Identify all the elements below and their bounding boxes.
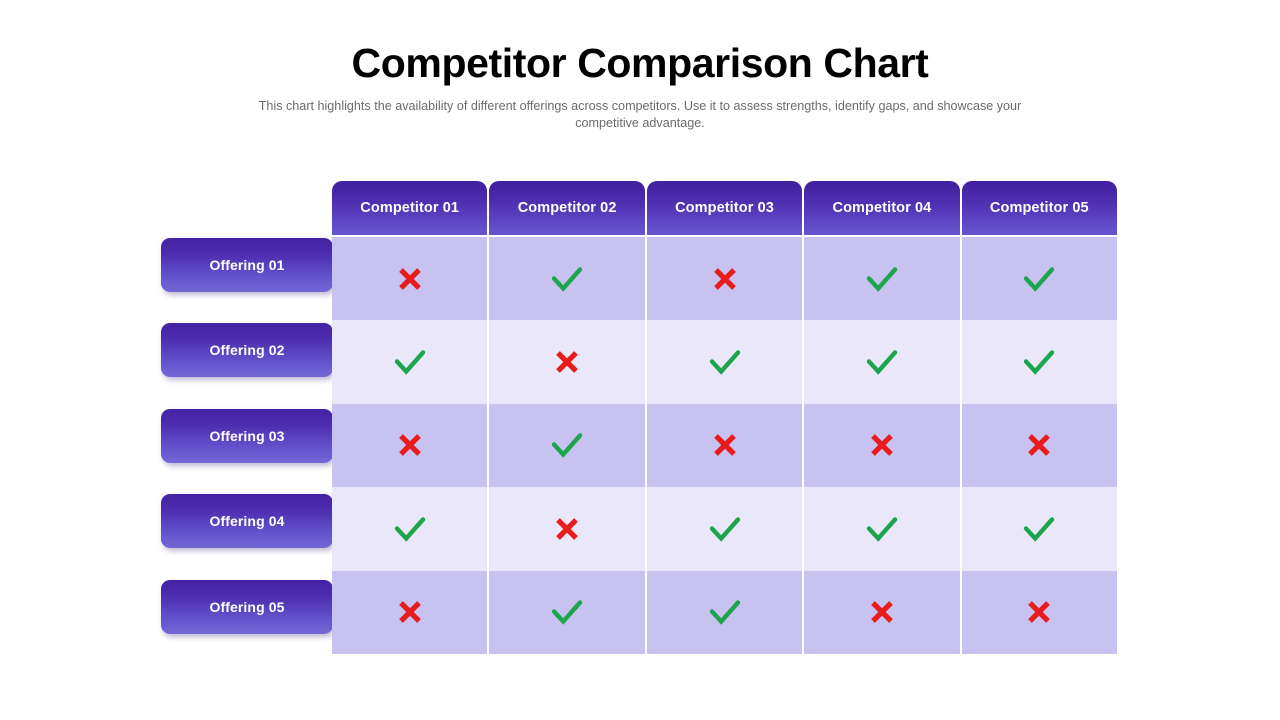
cell-r5-c4[interactable] xyxy=(804,570,960,654)
table-row xyxy=(332,320,1118,404)
cell-r4-c3[interactable] xyxy=(646,487,803,571)
check-icon xyxy=(866,517,898,542)
cell-r1-c1[interactable] xyxy=(332,237,488,321)
cell-r1-c2[interactable] xyxy=(489,237,645,321)
table-row xyxy=(332,487,1118,571)
cell-r2-c4[interactable] xyxy=(804,320,960,404)
column-header-05[interactable]: Competitor 05 xyxy=(961,181,1118,235)
check-icon xyxy=(709,600,740,626)
column-header-01[interactable]: Competitor 01 xyxy=(332,181,488,235)
check-icon xyxy=(709,517,740,542)
cell-r2-c2[interactable] xyxy=(489,320,645,404)
slide-canvas: Competitor Comparison Chart This chart h… xyxy=(0,0,1280,720)
offering-pill-05[interactable]: Offering 05 xyxy=(161,579,333,634)
page-title: Competitor Comparison Chart xyxy=(351,40,929,86)
offering-pill-04[interactable]: Offering 04 xyxy=(161,494,333,549)
cross-icon xyxy=(398,267,421,290)
cross-icon xyxy=(871,434,893,457)
cross-icon xyxy=(1028,434,1051,457)
column-header-02[interactable]: Competitor 02 xyxy=(489,181,645,235)
offering-pill-03[interactable]: Offering 03 xyxy=(161,408,333,463)
cell-r1-c3[interactable] xyxy=(646,237,803,321)
check-icon xyxy=(709,350,740,375)
cell-r5-c1[interactable] xyxy=(332,570,488,654)
cross-icon xyxy=(556,351,578,373)
cell-r2-c5[interactable] xyxy=(961,320,1118,404)
column-header-03[interactable]: Competitor 03 xyxy=(646,181,803,235)
column-header-label: Competitor 03 xyxy=(675,200,774,216)
offering-pill-02[interactable]: Offering 02 xyxy=(161,323,333,378)
column-header-label: Competitor 02 xyxy=(517,200,617,216)
check-icon xyxy=(394,350,425,375)
table-row xyxy=(332,403,1118,488)
cross-icon xyxy=(398,434,421,457)
offering-pill-label: Offering 02 xyxy=(209,342,285,359)
cell-r5-c3[interactable] xyxy=(646,570,803,654)
cross-icon xyxy=(1028,601,1051,624)
cell-r3-c2[interactable] xyxy=(489,403,645,488)
comparison-table: Competitor 01 Competitor 02 Competitor 03 C… xyxy=(332,181,1118,654)
page-subtitle: This chart highlights the availability o… xyxy=(258,99,1022,130)
offering-pill-label: Offering 05 xyxy=(209,598,285,615)
cell-r4-c4[interactable] xyxy=(804,487,960,571)
check-icon xyxy=(866,266,898,292)
check-icon xyxy=(866,350,898,375)
cell-r3-c5[interactable] xyxy=(961,403,1118,488)
check-icon xyxy=(551,266,583,292)
cross-icon xyxy=(871,601,893,624)
cross-icon xyxy=(398,601,421,624)
cell-r4-c1[interactable] xyxy=(332,487,488,571)
cell-r1-c5[interactable] xyxy=(961,237,1118,321)
cross-icon xyxy=(713,434,736,457)
offering-pill-label: Offering 03 xyxy=(209,427,285,444)
cross-icon xyxy=(713,267,736,290)
table-header-row: Competitor 01 Competitor 02 Competitor 03 C… xyxy=(332,181,1118,235)
title-block: Competitor Comparison Chart This chart h… xyxy=(0,38,1280,132)
cell-r3-c4[interactable] xyxy=(804,403,960,488)
check-icon xyxy=(1024,266,1055,292)
check-icon xyxy=(394,517,425,542)
table-row xyxy=(332,570,1118,654)
check-icon xyxy=(1024,350,1055,375)
cross-icon xyxy=(556,518,578,540)
column-header-label: Competitor 05 xyxy=(989,200,1089,216)
comparison-matrix: Offering 01 Offering 02 Offering 03 Offerin… xyxy=(161,181,1118,654)
cell-r4-c2[interactable] xyxy=(489,487,645,571)
column-header-04[interactable]: Competitor 04 xyxy=(804,181,960,235)
check-icon xyxy=(1024,517,1055,542)
column-header-label: Competitor 01 xyxy=(360,200,460,216)
table-row xyxy=(332,237,1118,321)
offering-pill-label: Offering 01 xyxy=(209,257,285,273)
cell-r5-c5[interactable] xyxy=(961,570,1118,654)
check-icon xyxy=(551,600,583,626)
cell-r2-c1[interactable] xyxy=(332,320,488,404)
table-body xyxy=(332,237,1118,654)
cell-r5-c2[interactable] xyxy=(489,570,645,654)
column-header-label: Competitor 04 xyxy=(832,200,932,216)
check-icon xyxy=(551,433,583,459)
cell-r1-c4[interactable] xyxy=(804,237,960,321)
cell-r3-c1[interactable] xyxy=(332,403,488,488)
cell-r4-c5[interactable] xyxy=(961,487,1118,571)
offering-pill-label: Offering 04 xyxy=(209,513,285,530)
cell-r2-c3[interactable] xyxy=(646,320,803,404)
offering-pill-01[interactable]: Offering 01 xyxy=(161,238,333,292)
cell-r3-c3[interactable] xyxy=(646,403,803,488)
